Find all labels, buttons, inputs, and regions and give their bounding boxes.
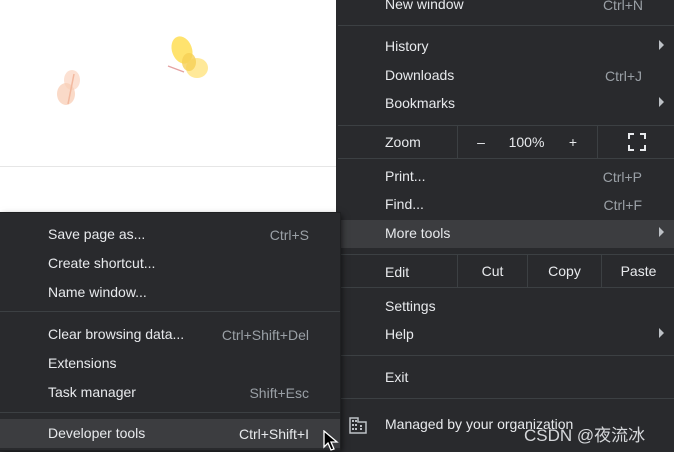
- menu-item-label: History: [385, 38, 429, 54]
- menu-item-settings[interactable]: Settings: [338, 293, 674, 321]
- shortcut-label: Ctrl+N: [602, 0, 643, 13]
- menu-item-label: Downloads: [385, 67, 455, 83]
- menu-item-exit[interactable]: Exit: [338, 364, 674, 392]
- submenu-item-extensions[interactable]: Extensions: [0, 349, 340, 378]
- shortcut-label: Ctrl+F: [603, 197, 643, 213]
- menu-item-label: Print...: [385, 168, 426, 184]
- zoom-out-button[interactable]: –: [457, 126, 504, 158]
- paste-label: Paste: [620, 263, 657, 279]
- menu-item-label: New window: [385, 0, 464, 12]
- building-icon: [349, 417, 367, 434]
- menu-item-help[interactable]: Help: [338, 321, 674, 349]
- shortcut-label: Ctrl+Shift+Del: [221, 327, 309, 343]
- menu-item-label: Help: [385, 326, 414, 342]
- menu-separator: [0, 412, 340, 413]
- paste-button[interactable]: Paste: [601, 255, 674, 287]
- menu-item-label: Name window...: [48, 284, 147, 300]
- menu-item-label: Save page as...: [48, 226, 146, 242]
- cut-button[interactable]: Cut: [457, 255, 527, 287]
- submenu-item-clear-browsing-data[interactable]: Clear browsing data... Ctrl+Shift+Del: [0, 320, 340, 349]
- shortcut-label: Ctrl+J: [605, 68, 642, 84]
- pink-butterfly-image: [57, 70, 80, 105]
- submenu-item-save-page-as[interactable]: Save page as... Ctrl+S: [0, 220, 340, 249]
- menu-item-label: Developer tools: [48, 425, 146, 441]
- menu-item-downloads[interactable]: Downloads Ctrl+J: [338, 62, 674, 90]
- menu-item-label: Find...: [385, 196, 424, 212]
- copy-button[interactable]: Copy: [527, 255, 601, 287]
- menu-item-more-tools[interactable]: More tools: [338, 220, 674, 248]
- chrome-main-menu: New window Ctrl+N History Downloads Ctrl…: [338, 0, 674, 450]
- edit-row: Edit Cut Copy Paste: [338, 255, 674, 287]
- shortcut-label: Shift+Esc: [249, 385, 309, 401]
- minus-icon: –: [477, 134, 485, 150]
- shortcut-label: Ctrl+Shift+I: [238, 426, 309, 442]
- submenu-item-task-manager[interactable]: Task manager Shift+Esc: [0, 378, 340, 407]
- menu-item-bookmarks[interactable]: Bookmarks: [338, 90, 674, 118]
- fullscreen-icon: [627, 133, 646, 151]
- menu-item-label: Extensions: [48, 355, 117, 371]
- zoom-in-button[interactable]: +: [550, 126, 596, 158]
- fullscreen-button[interactable]: [597, 126, 674, 158]
- menu-item-print[interactable]: Print... Ctrl+P: [338, 163, 674, 191]
- more-tools-submenu: Save page as... Ctrl+S Create shortcut..…: [0, 213, 340, 450]
- menu-item-find[interactable]: Find... Ctrl+F: [338, 191, 674, 219]
- zoom-label: Zoom: [385, 134, 421, 150]
- submenu-arrow-icon: [659, 227, 664, 237]
- watermark-text: CSDN @夜流冰: [524, 426, 646, 445]
- menu-separator: [338, 398, 674, 399]
- zoom-level: 100%: [504, 126, 549, 158]
- submenu-arrow-icon: [659, 40, 664, 50]
- page-divider: [0, 166, 336, 167]
- mouse-cursor-icon: [323, 430, 339, 451]
- submenu-arrow-icon: [659, 328, 664, 338]
- menu-item-label: Create shortcut...: [48, 255, 156, 271]
- menu-separator: [338, 355, 674, 356]
- zoom-value: 100%: [508, 134, 545, 150]
- menu-separator: [338, 25, 674, 26]
- submenu-item-developer-tools[interactable]: Developer tools Ctrl+Shift+I: [0, 419, 340, 448]
- menu-item-history[interactable]: History: [338, 33, 674, 61]
- zoom-row: Zoom – 100% +: [338, 126, 674, 158]
- menu-item-new-window[interactable]: New window Ctrl+N: [338, 0, 674, 19]
- menu-separator: [338, 158, 674, 159]
- menu-item-label: Bookmarks: [385, 95, 456, 111]
- menu-separator: [338, 287, 674, 288]
- submenu-item-name-window[interactable]: Name window...: [0, 278, 340, 307]
- menu-item-label: Clear browsing data...: [48, 326, 185, 342]
- menu-separator: [0, 311, 340, 312]
- plus-icon: +: [568, 134, 578, 150]
- submenu-arrow-icon: [659, 97, 664, 107]
- edit-label: Edit: [385, 264, 410, 280]
- yellow-butterfly-image: [167, 36, 208, 78]
- menu-item-label: More tools: [385, 225, 451, 241]
- menu-item-label: Task manager: [48, 384, 136, 400]
- copy-label: Copy: [548, 263, 581, 279]
- cut-label: Cut: [481, 263, 504, 279]
- submenu-item-create-shortcut[interactable]: Create shortcut...: [0, 249, 340, 278]
- shortcut-label: Ctrl+P: [602, 169, 642, 185]
- shortcut-label: Ctrl+S: [269, 227, 309, 243]
- menu-item-label: Settings: [385, 298, 436, 314]
- menu-item-label: Exit: [385, 369, 409, 385]
